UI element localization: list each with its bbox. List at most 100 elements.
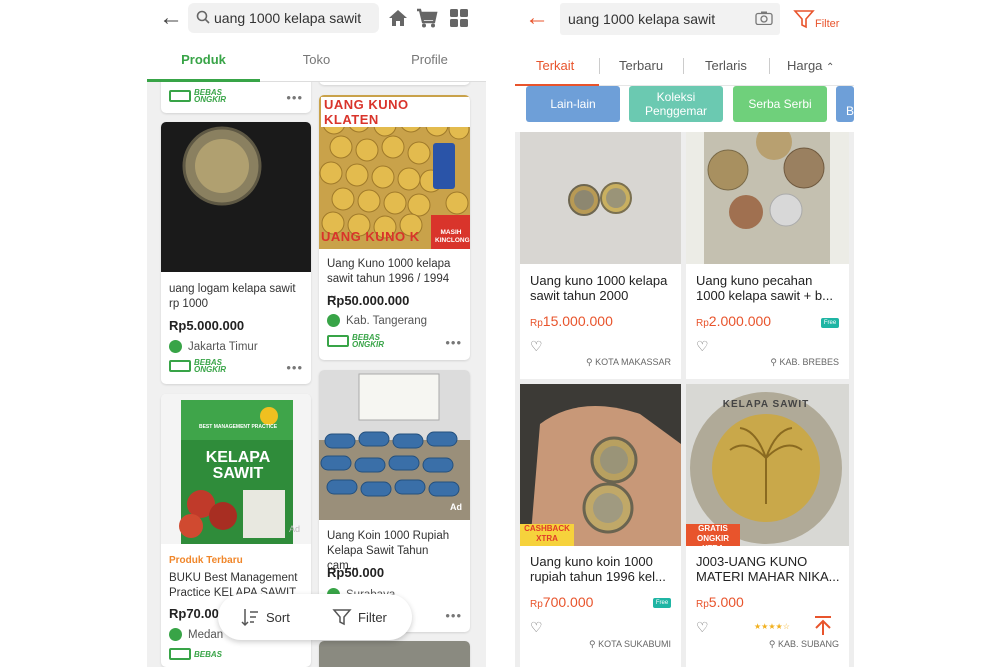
product-card[interactable]: Uang kuno 1000 kelapa sawit tahun 2000 R… <box>520 132 681 379</box>
badge-line: ONGKIR <box>194 365 226 374</box>
tab-harga[interactable]: Harga ⌃ <box>787 58 834 73</box>
category-chip[interactable]: Serba Serbi <box>733 86 827 122</box>
badge-line: BEBAS <box>194 649 223 659</box>
right-screenshot: Uang kuno 1000 kelapa sawit tahun 2000 R… <box>515 0 854 667</box>
tab-toko[interactable]: Toko <box>260 52 373 67</box>
category-chip[interactable]: B <box>836 86 854 122</box>
category-chip[interactable]: Koleksi Penggemar <box>629 86 723 122</box>
currency: Rp <box>696 599 709 610</box>
product-image <box>520 384 681 546</box>
sort-label: Sort <box>266 609 290 625</box>
currency: Rp <box>530 318 543 329</box>
search-box[interactable] <box>560 3 780 35</box>
rating-stars: ★★★★☆ <box>754 622 790 631</box>
cart-icon[interactable] <box>416 7 438 29</box>
product-image <box>161 122 311 272</box>
tab-terkait[interactable]: Terkait <box>536 58 574 73</box>
truck-icon <box>169 360 191 372</box>
more-icon[interactable]: ••• <box>286 360 303 375</box>
sort-button[interactable]: Sort <box>240 607 290 627</box>
chip-label: Koleksi Penggemar <box>644 90 708 118</box>
product-card[interactable] <box>319 641 470 667</box>
filter-icon <box>793 10 815 29</box>
more-icon[interactable]: ••• <box>445 608 462 623</box>
category-chip[interactable]: Lain-lain <box>526 86 620 122</box>
product-card[interactable]: CASHBACK XTRA Uang kuno koin 1000 rupiah… <box>520 384 681 667</box>
heart-icon[interactable]: ♡ <box>696 619 709 636</box>
book-title: KELAPA SAWIT <box>205 449 271 482</box>
sort-icon <box>241 609 258 627</box>
product-title: J003-UANG KUNO MATERI MAHAR NIKA... <box>696 554 840 584</box>
image-caption: UANG KUNO KLATEN <box>321 97 470 127</box>
product-location: ⚲ KOTA MAKASSAR <box>586 357 671 367</box>
promo-text: GRATIS ONGKIR XTRA <box>697 524 729 553</box>
filter-label: Filter <box>815 18 840 30</box>
location-text: KAB. SUBANG <box>777 639 839 649</box>
product-price: Rp5.000 <box>696 594 744 610</box>
product-location: ⚲ KOTA SUKABUMI <box>589 639 671 649</box>
product-price: Rp2.000.000 <box>696 313 771 329</box>
currency: Rp <box>530 599 543 610</box>
tab-divider <box>599 58 600 74</box>
shop-badge-icon <box>327 314 340 327</box>
heart-icon[interactable]: ♡ <box>530 338 543 355</box>
tab-terbaru[interactable]: Terbaru <box>619 58 663 73</box>
product-price: Rp50.000 <box>327 565 385 580</box>
product-card[interactable]: UANG KUNO KLATEN UANG KUNO K MASIH KINCL… <box>319 95 470 360</box>
home-icon[interactable] <box>387 7 409 29</box>
search-box[interactable] <box>188 3 379 33</box>
product-title: Uang kuno pecahan 1000 kelapa sawit + b.… <box>696 273 833 303</box>
tab-terlaris[interactable]: Terlaris <box>705 58 747 73</box>
heart-icon[interactable]: ♡ <box>696 338 709 355</box>
camera-icon[interactable] <box>755 11 773 25</box>
coin-inscription: KELAPA SAWIT <box>722 399 810 410</box>
filter-label: Filter <box>358 609 387 625</box>
product-location: ⚲ KAB. SUBANG <box>768 639 839 649</box>
price-value: 2.000.000 <box>708 313 772 329</box>
location-text: KOTA SUKABUMI <box>598 639 671 649</box>
active-tab-indicator <box>147 79 260 82</box>
shop-badge-icon <box>169 628 182 641</box>
search-input[interactable] <box>214 8 374 28</box>
product-card[interactable]: Ad Uang Koin 1000 Rupiah Kelapa Sawit Ta… <box>319 370 470 632</box>
free-label: Free <box>823 320 837 326</box>
product-image <box>686 132 849 264</box>
top-bar: ← Filter Terkait Terbaru Terlaris Harga … <box>515 0 854 132</box>
more-icon[interactable]: ••• <box>286 90 303 105</box>
tab-label: Harga <box>787 58 823 73</box>
top-bar: ← Produk Toko Profile <box>147 0 486 82</box>
free-shipping-badge: BEBAS ONGKIR <box>169 358 226 374</box>
product-price: Rp15.000.000 <box>530 313 613 329</box>
back-arrow-icon[interactable]: ← <box>525 6 549 30</box>
chip-label: Serba Serbi <box>748 97 812 111</box>
more-icon[interactable]: ••• <box>445 335 462 350</box>
search-tabs: Produk Toko Profile <box>147 44 486 82</box>
ad-label: Ad <box>450 502 462 512</box>
product-price: Rp700.000 <box>530 594 593 610</box>
filter-button[interactable]: Filter <box>793 8 839 30</box>
location-text: Kab. Tangerang <box>346 314 427 327</box>
product-location: Jakarta Timur <box>169 340 258 353</box>
filter-button[interactable]: Filter <box>332 607 387 627</box>
product-price: Rp50.000.000 <box>327 293 410 308</box>
product-image <box>319 370 470 520</box>
category-grid-icon[interactable] <box>448 7 470 29</box>
chip-label: B <box>846 104 854 118</box>
image-caption: UANG KUNO K <box>321 229 420 244</box>
back-arrow-icon[interactable]: ← <box>159 6 183 30</box>
search-input[interactable] <box>568 10 748 28</box>
filter-icon <box>332 609 352 626</box>
free-shipping-badge: BEBAS ONGKIR <box>327 333 384 349</box>
tab-divider <box>683 58 684 74</box>
new-product-tag: Produk Terbaru <box>169 555 243 566</box>
tab-produk[interactable]: Produk <box>147 52 260 67</box>
tab-profile[interactable]: Profile <box>373 52 486 67</box>
product-card[interactable]: Uang kuno pecahan 1000 kelapa sawit + b.… <box>686 132 849 379</box>
product-location: Medan <box>169 628 223 641</box>
sort-filter-bar: Sort Filter <box>218 594 412 640</box>
free-shipping-icon: Free <box>821 318 839 328</box>
price-value: 5.000 <box>708 594 744 610</box>
product-card[interactable]: uang logam kelapa sawit rp 1000 Rp5.000.… <box>161 122 311 384</box>
scroll-to-top-icon[interactable] <box>812 614 834 636</box>
heart-icon[interactable]: ♡ <box>530 619 543 636</box>
